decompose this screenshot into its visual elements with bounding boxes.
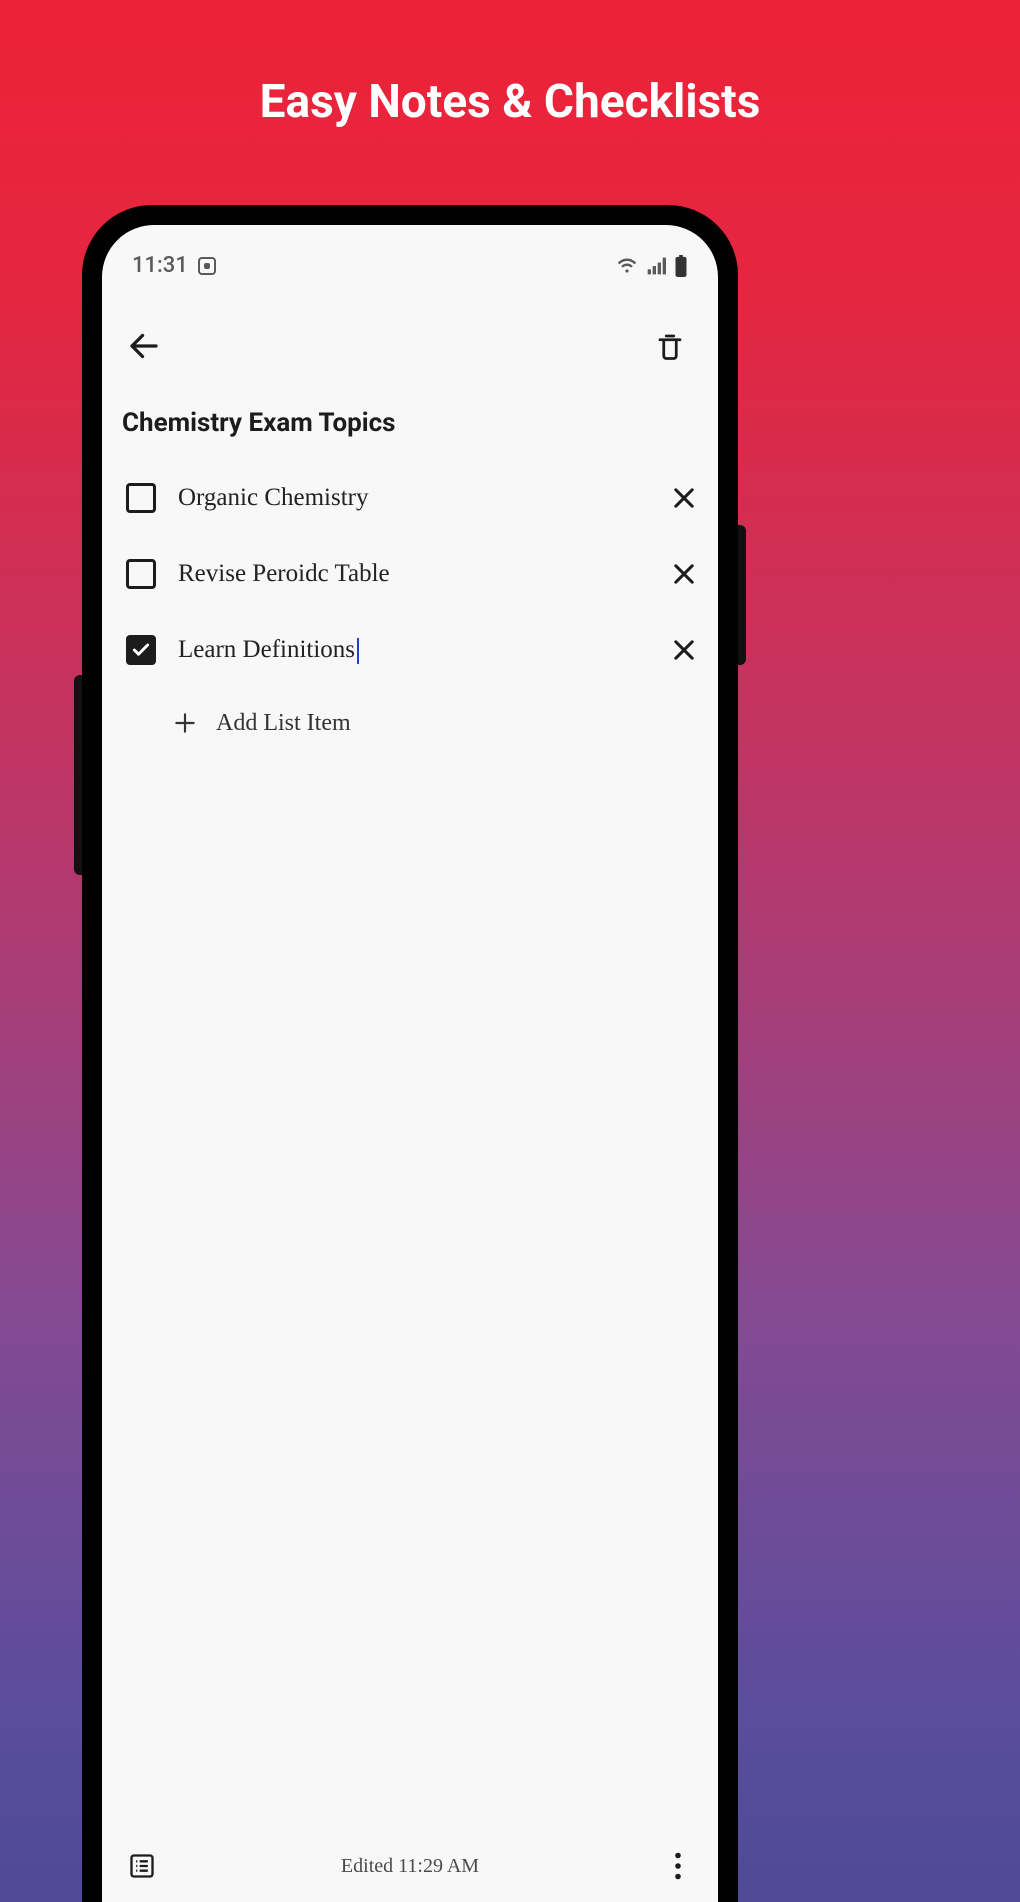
status-time: 11:31 (132, 253, 188, 278)
back-button[interactable] (120, 322, 168, 370)
item-text[interactable]: Organic Chemistry (178, 484, 642, 512)
close-icon (670, 636, 698, 664)
status-bar: 11:31 (102, 225, 718, 288)
note-title[interactable]: Chemistry Exam Topics (102, 390, 718, 456)
wifi-icon (616, 256, 638, 276)
phone-frame: 11:31 Chemistry (82, 205, 738, 1902)
phone-side-button-left (74, 675, 82, 875)
remove-item-button[interactable] (664, 478, 704, 518)
phone-side-button-right (738, 525, 746, 665)
bottom-bar: Edited 11:29 AM (102, 1832, 718, 1902)
plus-icon (170, 708, 200, 738)
checkbox[interactable] (126, 559, 156, 589)
app-bar (102, 288, 718, 390)
item-text[interactable]: Revise Peroidc Table (178, 560, 642, 588)
instagram-notification-icon (198, 257, 216, 275)
close-icon (670, 484, 698, 512)
list-item: Organic Chemistry (120, 460, 704, 536)
edited-timestamp: Edited 11:29 AM (341, 1855, 479, 1878)
list-view-icon (128, 1852, 156, 1880)
check-icon (131, 640, 151, 660)
checkbox[interactable] (126, 483, 156, 513)
trash-icon (655, 331, 685, 361)
more-options-button[interactable] (656, 1844, 700, 1888)
item-text[interactable]: Learn Definitions (178, 636, 642, 664)
more-vertical-icon (674, 1852, 682, 1880)
phone-screen: 11:31 Chemistry (102, 225, 718, 1902)
delete-button[interactable] (646, 322, 694, 370)
checklist: Organic Chemistry Revise Peroidc Table L… (102, 456, 718, 758)
view-options-button[interactable] (120, 1844, 164, 1888)
arrow-left-icon (126, 328, 162, 364)
signal-icon (646, 256, 666, 276)
remove-item-button[interactable] (664, 554, 704, 594)
battery-icon (674, 255, 688, 277)
remove-item-button[interactable] (664, 630, 704, 670)
list-item: Revise Peroidc Table (120, 536, 704, 612)
add-item-label: Add List Item (216, 710, 351, 737)
item-text-label: Learn Definitions (178, 636, 355, 663)
text-cursor (357, 638, 359, 664)
add-list-item-button[interactable]: Add List Item (120, 688, 704, 758)
list-item: Learn Definitions (120, 612, 704, 688)
checkbox[interactable] (126, 635, 156, 665)
close-icon (670, 560, 698, 588)
promo-headline: Easy Notes & Checklists (0, 0, 1020, 129)
